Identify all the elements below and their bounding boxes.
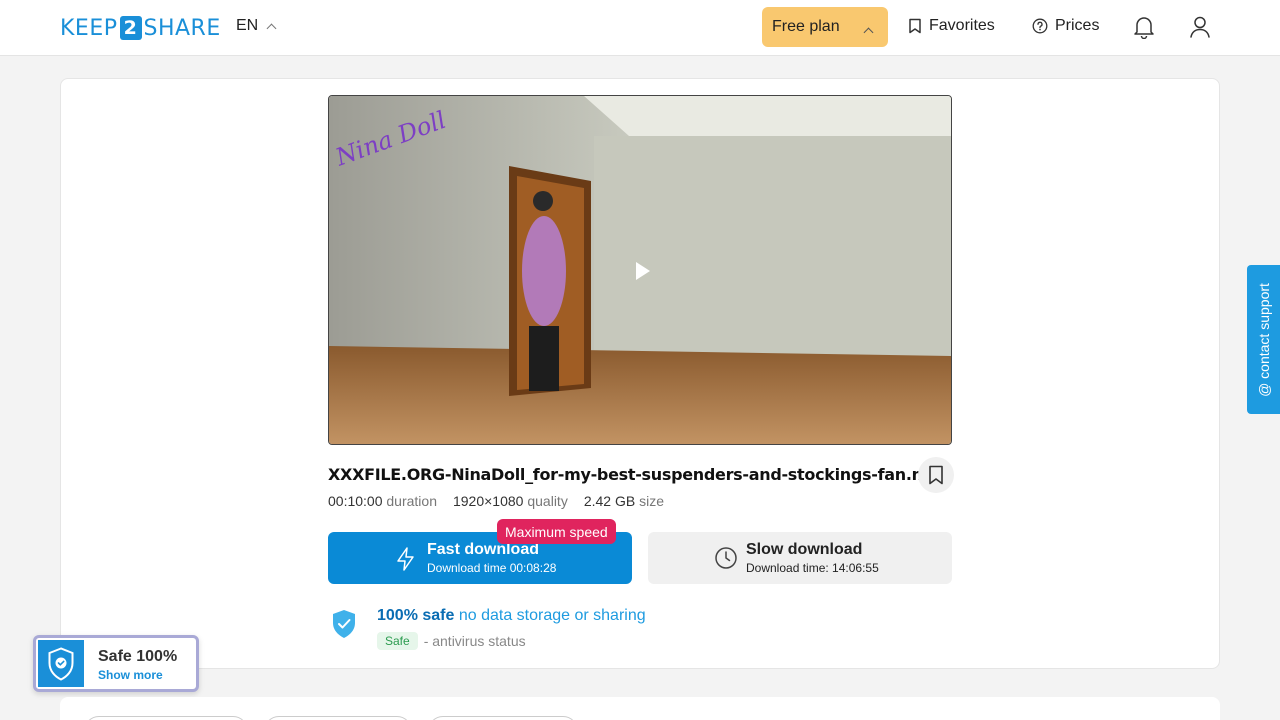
slow-download-title: Slow download [746,541,863,558]
lightning-icon [397,547,414,571]
logo-text-right: SHARE [143,15,221,41]
antivirus-row: Safe - antivirus status [377,632,526,650]
site-logo[interactable]: KEEP 2 SHARE [60,15,221,41]
quality-value: 1920×1080 [452,493,524,509]
chevron-up-icon [863,27,874,38]
language-selector[interactable]: EN [236,17,277,35]
shield-check-icon [333,610,355,638]
plan-label: Free plan [772,18,840,35]
bottom-tab[interactable] [428,716,578,720]
clock-icon [715,547,737,569]
safe-widget-title: Safe 100% [98,648,178,665]
user-icon[interactable] [1189,15,1211,39]
show-more-link[interactable]: Show more [98,668,163,682]
favorites-label: Favorites [929,17,995,34]
safe-badge: Safe [377,632,418,650]
antivirus-status: - antivirus status [423,633,526,649]
free-plan-button[interactable]: Free plan [762,7,888,47]
bookmark-icon [929,465,943,485]
duration-value: 00:10:00 [328,493,383,509]
language-label: EN [236,17,259,34]
quality-info: 1920×1080 quality [453,493,568,509]
video-preview[interactable]: Nina Doll [328,95,952,445]
safety-statement: 100% safe no data storage or sharing [377,607,646,625]
safety-light: no data storage or sharing [458,607,646,624]
favorites-link[interactable]: Favorites [908,17,995,35]
safety-strong: 100% safe [377,607,455,624]
file-meta: 00:10:00 duration 1920×1080 quality 2.42… [328,493,664,509]
logo-number: 2 [119,16,142,40]
chevron-up-icon [266,23,277,34]
safe-widget-badge [38,640,84,687]
bottom-tab[interactable] [84,716,248,720]
max-speed-badge: Maximum speed [497,519,616,544]
logo-text-left: KEEP [60,15,118,41]
size-value: 2.42 GB [583,493,636,509]
safe-widget[interactable]: Safe 100% Show more [33,635,199,692]
prices-link[interactable]: Prices [1032,17,1099,35]
help-circle-icon [1032,18,1048,34]
contact-support-tab[interactable]: @ contact support [1247,265,1280,414]
prices-label: Prices [1055,17,1100,34]
bell-icon[interactable] [1133,15,1155,39]
duration-info: 00:10:00 duration [328,493,437,509]
play-icon[interactable] [636,262,650,280]
duration-label: duration [386,493,437,509]
bookmark-icon [909,18,921,34]
shield-check-icon [48,646,74,681]
contact-support-label: @ contact support [1255,282,1272,397]
size-label: size [639,493,664,509]
top-header: KEEP 2 SHARE EN Free plan Favorites Pric… [0,0,1280,56]
file-name: XXXFILE.ORG-NinaDoll_for-my-best-suspend… [328,465,950,484]
bottom-tab[interactable] [264,716,412,720]
size-info: 2.42 GB size [584,493,664,509]
bookmark-button[interactable] [918,457,954,493]
slow-download-button[interactable]: Slow download Download time: 14:06:55 [648,532,952,584]
fast-download-time: Download time 00:08:28 [427,561,557,575]
slow-download-time: Download time: 14:06:55 [746,561,879,575]
quality-label: quality [527,493,568,509]
